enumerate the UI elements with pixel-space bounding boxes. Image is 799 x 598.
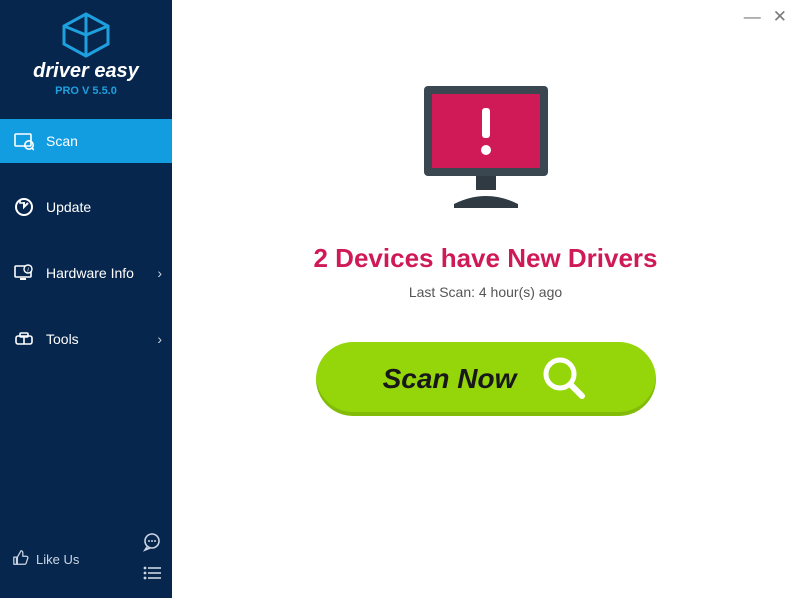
close-button[interactable]: ✕ [773, 8, 787, 25]
chevron-right-icon: › [157, 265, 162, 281]
sidebar-item-scan[interactable]: Scan [0, 119, 172, 163]
scan-result-headline: 2 Devices have New Drivers [314, 243, 658, 274]
sidebar-item-label: Hardware Info [46, 265, 134, 281]
chevron-right-icon: › [157, 331, 162, 347]
logo-block: driver easy PRO V 5.5.0 [0, 0, 172, 105]
main-panel: — ✕ 2 Devices have New Drivers Last Scan… [172, 0, 799, 598]
alert-monitor-illustration [406, 80, 566, 225]
menu-icon[interactable] [142, 565, 162, 586]
sidebar-bottom-icons [142, 532, 162, 586]
scan-now-button[interactable]: Scan Now [316, 342, 656, 416]
scan-now-label: Scan Now [383, 363, 517, 395]
sidebar-item-label: Scan [46, 133, 78, 149]
sidebar-item-label: Tools [46, 331, 79, 347]
sidebar-bottom: Like Us [0, 522, 172, 598]
sidebar-item-tools[interactable]: Tools › [0, 317, 172, 361]
thumbs-up-icon [12, 549, 36, 570]
sidebar-item-label: Update [46, 199, 91, 215]
minimize-button[interactable]: — [744, 8, 761, 25]
scan-icon [14, 131, 34, 151]
magnifier-icon [540, 354, 588, 405]
logo-icon [0, 12, 172, 58]
update-icon [14, 197, 34, 217]
sidebar: driver easy PRO V 5.5.0 Scan [0, 0, 172, 598]
like-us-button[interactable]: Like Us [12, 549, 79, 570]
nav: Scan Update [0, 119, 172, 383]
last-scan-label: Last Scan: 4 hour(s) ago [409, 284, 562, 300]
hardware-info-icon: i [14, 263, 34, 283]
titlebar: — ✕ [744, 8, 787, 25]
sidebar-item-hardware-info[interactable]: i Hardware Info › [0, 251, 172, 295]
like-us-label: Like Us [36, 552, 79, 567]
app-window: driver easy PRO V 5.5.0 Scan [0, 0, 799, 598]
brand-name: driver easy [0, 60, 172, 83]
feedback-icon[interactable] [142, 532, 162, 557]
tools-icon [14, 329, 34, 349]
version-label: PRO V 5.5.0 [0, 85, 172, 97]
sidebar-item-update[interactable]: Update [0, 185, 172, 229]
